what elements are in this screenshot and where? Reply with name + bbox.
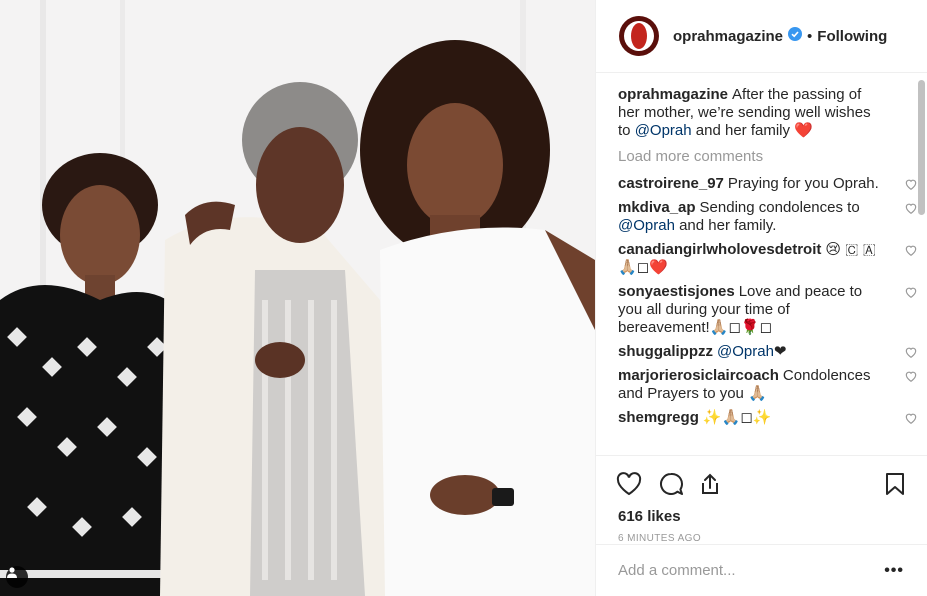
user-tag-icon[interactable] bbox=[6, 566, 28, 588]
comment-author[interactable]: shemgregg bbox=[618, 409, 699, 426]
comment-text-after: ❤ bbox=[773, 343, 787, 360]
avatar[interactable] bbox=[619, 16, 659, 56]
list-item: castroirene_97 Praying for you Oprah. bbox=[618, 175, 917, 193]
post-header: oprahmagazine • Following bbox=[596, 0, 927, 73]
post-caption: oprahmagazine After the passing of her mo… bbox=[618, 86, 890, 140]
caption-mention[interactable]: @Oprah bbox=[635, 122, 692, 139]
heart-icon[interactable] bbox=[616, 472, 642, 496]
photo-illustration bbox=[0, 0, 595, 596]
header-username[interactable]: oprahmagazine bbox=[673, 28, 783, 45]
comments-scrollbar[interactable] bbox=[918, 80, 925, 215]
comments-list[interactable]: oprahmagazine After the passing of her mo… bbox=[596, 74, 927, 454]
comment-author[interactable]: canadiangirlwholovesdetroit bbox=[618, 241, 821, 258]
like-comment-heart-icon[interactable] bbox=[904, 411, 918, 425]
bookmark-icon[interactable] bbox=[884, 472, 906, 496]
more-options-button[interactable]: ••• bbox=[884, 562, 904, 580]
like-comment-heart-icon[interactable] bbox=[904, 177, 918, 191]
comment-icon[interactable] bbox=[658, 472, 684, 496]
load-more-comments-button[interactable]: Load more comments bbox=[618, 148, 890, 165]
verified-badge-icon bbox=[788, 26, 803, 46]
like-comment-heart-icon[interactable] bbox=[904, 345, 918, 359]
caption-text-after: and her family ❤️ bbox=[695, 122, 813, 139]
add-comment-bar: Add a comment... ••• bbox=[596, 544, 927, 596]
following-button[interactable]: Following bbox=[817, 28, 887, 45]
comment-author[interactable]: marjorierosiclaircoach bbox=[618, 367, 779, 384]
list-item: canadiangirlwholovesdetroit 😢 🇨 🇦 🙏🏼◻❤️ bbox=[618, 241, 917, 277]
comment-mention[interactable]: @Oprah bbox=[717, 343, 774, 360]
comment-author[interactable]: sonyaestisjones bbox=[618, 283, 735, 300]
list-item: sonyaestisjones Love and peace to you all… bbox=[618, 283, 917, 337]
post-actions: 616 likes 6 MINUTES AGO bbox=[596, 455, 927, 544]
comment-author[interactable]: mkdiva_ap bbox=[618, 199, 696, 216]
like-comment-heart-icon[interactable] bbox=[904, 201, 918, 215]
list-item: shemgregg ✨🙏🏼◻✨ bbox=[618, 409, 917, 427]
comment-text-after: and her family. bbox=[679, 217, 777, 234]
comment-mention[interactable]: @Oprah bbox=[618, 217, 675, 234]
post-timestamp[interactable]: 6 MINUTES AGO bbox=[616, 533, 906, 544]
list-item: marjorierosiclaircoach Condolences and Pr… bbox=[618, 367, 917, 403]
comment-author[interactable]: castroirene_97 bbox=[618, 175, 724, 192]
comment-text: Praying for you Oprah. bbox=[727, 175, 879, 192]
like-comment-heart-icon[interactable] bbox=[904, 243, 918, 257]
share-icon[interactable] bbox=[698, 472, 722, 496]
like-comment-heart-icon[interactable] bbox=[904, 285, 918, 299]
like-comment-heart-icon[interactable] bbox=[904, 369, 918, 383]
header-separator: • bbox=[807, 27, 813, 45]
list-item: shuggalippzz @Oprah❤ bbox=[618, 343, 917, 361]
caption-author[interactable]: oprahmagazine bbox=[618, 86, 728, 103]
comment-text: ✨🙏🏼◻✨ bbox=[702, 409, 772, 426]
add-comment-input[interactable]: Add a comment... bbox=[618, 562, 884, 579]
list-item: mkdiva_ap Sending condolences to @Oprah a… bbox=[618, 199, 917, 235]
likes-count[interactable]: 616 likes bbox=[616, 508, 906, 525]
comment-author[interactable]: shuggalippzz bbox=[618, 343, 713, 360]
post-photo[interactable] bbox=[0, 0, 595, 596]
post-side-panel: oprahmagazine • Following oprahmagazine A… bbox=[595, 0, 927, 596]
comment-text: Sending condolences to bbox=[699, 199, 860, 216]
